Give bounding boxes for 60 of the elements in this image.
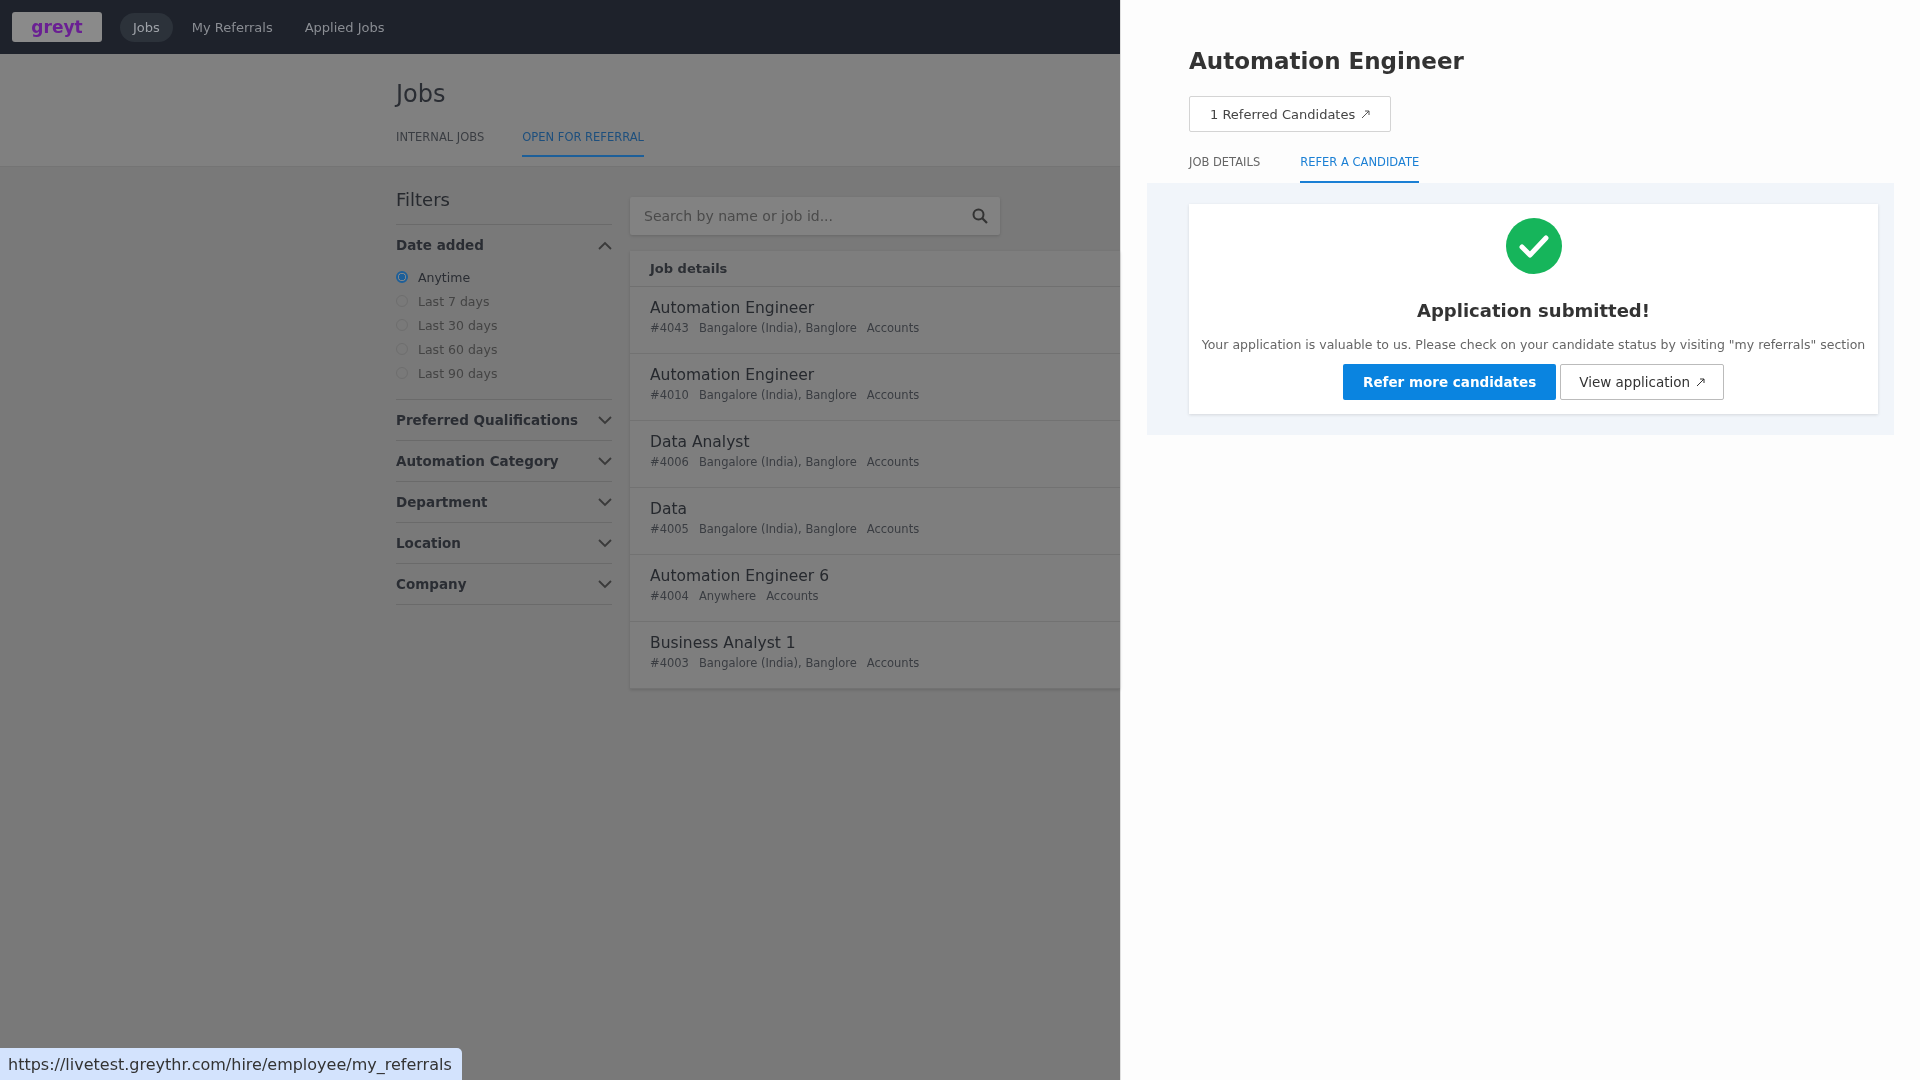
job-department: Accounts [866, 455, 920, 469]
filter-header[interactable]: Date added [396, 225, 612, 265]
job-location: Anywhere [698, 589, 757, 603]
column-header: Job details [630, 251, 1120, 287]
tab[interactable]: OPEN FOR REFERRAL [522, 130, 644, 157]
check-circle-icon [1505, 218, 1562, 274]
job-id: #4043 [650, 321, 689, 335]
filter-header[interactable]: Preferred Qualifications [396, 400, 612, 440]
job-location: Bangalore (India), Banglore [698, 522, 857, 536]
job-location: Bangalore (India), Banglore [698, 656, 857, 670]
logo[interactable]: greyt [12, 12, 102, 42]
job-title[interactable]: Automation Engineer [650, 299, 1100, 317]
job-title[interactable]: Automation Engineer 6 [650, 567, 1100, 585]
refer-more-button[interactable]: Refer more candidates [1343, 364, 1557, 400]
external-link-icon [1361, 109, 1371, 119]
job-title[interactable]: Data Analyst [650, 433, 1100, 451]
job-title[interactable]: Business Analyst 1 [650, 634, 1100, 652]
job-id: #4003 [650, 656, 689, 670]
success-message: Your application is valuable to us. Please check on your candidate status by visiting "my referrals" section [1201, 337, 1866, 352]
nav-link[interactable]: Jobs [120, 12, 173, 42]
job-department: Accounts [866, 388, 920, 402]
job-location: Bangalore (India), Banglore [698, 321, 857, 335]
job-department: Accounts [866, 321, 920, 335]
filter-header[interactable]: Company [396, 564, 612, 604]
chevron-down-icon [598, 497, 612, 507]
search-icon[interactable] [972, 208, 988, 224]
page-title: Jobs [396, 80, 447, 108]
success-heading: Application submitted! [1417, 300, 1650, 321]
job-location: Bangalore (India), Banglore [698, 455, 857, 469]
job-title[interactable]: Automation Engineer [650, 366, 1100, 384]
chevron-down-icon [598, 456, 612, 466]
chevron-down-icon [598, 415, 612, 425]
job-id: #4004 [650, 589, 689, 603]
job-id: #4010 [650, 388, 689, 402]
job-id: #4005 [650, 522, 689, 536]
job-department: Accounts [866, 656, 920, 670]
panel-title: Automation Engineer [1189, 48, 1465, 74]
job-department: Accounts [766, 589, 819, 603]
job-title[interactable]: Data [650, 500, 1100, 518]
view-application-button[interactable]: View application [1560, 364, 1724, 400]
job-id: #4006 [650, 455, 689, 469]
tab[interactable]: JOB DETAILS [1189, 155, 1261, 183]
filter-header[interactable]: Location [396, 523, 612, 563]
filter-header[interactable]: Department [396, 482, 612, 522]
job-location: Bangalore (India), Banglore [698, 388, 857, 402]
tab[interactable]: INTERNAL JOBS [396, 130, 485, 157]
nav-link[interactable]: My Referrals [178, 12, 286, 42]
filter-header[interactable]: Automation Category [396, 441, 612, 481]
status-bar-url: https://livetest.greythr.com/hire/employee/my_referrals [0, 1048, 462, 1080]
referred-candidates-button[interactable]: 1 Referred Candidates [1189, 96, 1392, 132]
search-field[interactable]: Search by name or job id... [630, 197, 1000, 235]
chevron-down-icon [598, 579, 612, 589]
radio-button[interactable] [396, 271, 408, 283]
nav-link[interactable]: Applied Jobs [291, 12, 398, 42]
chevron-up-icon [598, 240, 612, 250]
job-department: Accounts [866, 522, 920, 536]
external-link-icon [1696, 377, 1705, 387]
filters-title: Filters [396, 189, 612, 225]
chevron-down-icon [598, 538, 612, 548]
radio-label: Anytime [418, 269, 471, 285]
